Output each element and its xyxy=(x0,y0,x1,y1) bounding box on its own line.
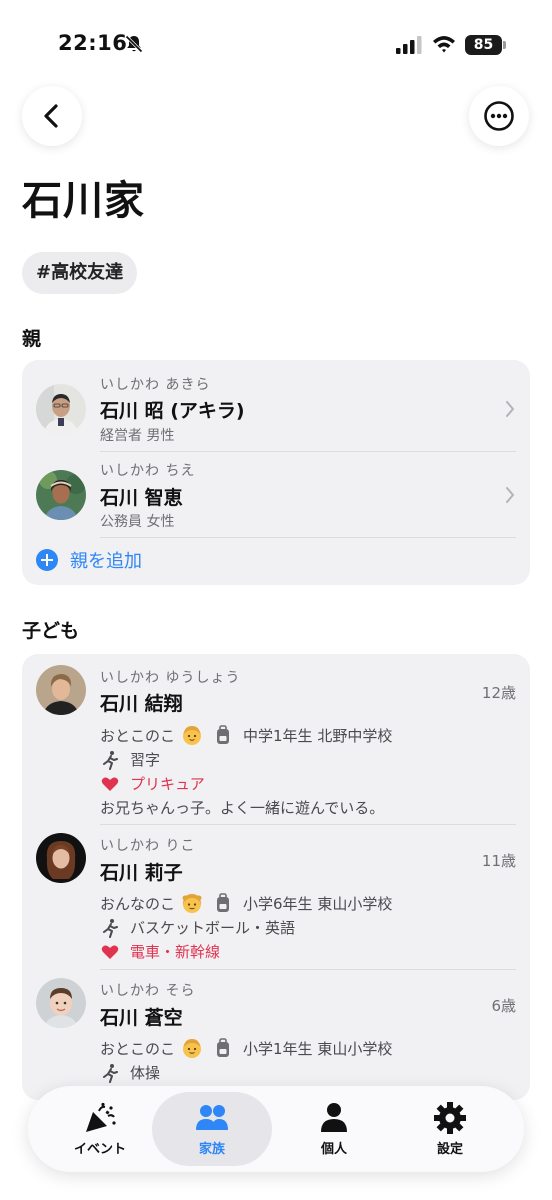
parents-card: いしかわ あきら 石川 昭 (アキラ) 経営者 男性 いしかわ ちえ 石川 智恵… xyxy=(22,360,530,585)
people-icon xyxy=(196,1104,228,1130)
children-card: いしかわ ゆうしょう 石川 結翔 12歳 おとこのこ 中学1年生 北野中学校 習… xyxy=(22,654,530,1100)
more-options-button[interactable] xyxy=(469,86,529,146)
gender-school-line: おんなのこ 小学6年生 東山小学校 xyxy=(100,892,392,914)
tab-settings[interactable]: 設定 xyxy=(390,1092,510,1166)
member-kana: いしかわ ちえ xyxy=(100,463,196,479)
person-icon xyxy=(321,1102,347,1132)
cellular-signal-icon xyxy=(396,36,422,54)
favorite-line: 電車・新幹線 xyxy=(100,941,220,962)
member-meta: 公務員 女性 xyxy=(100,514,175,530)
girl-emoji-icon xyxy=(182,894,202,913)
tag-chip[interactable]: #高校友達 xyxy=(22,252,138,294)
tab-personal[interactable]: 個人 xyxy=(274,1092,394,1166)
running-figure-icon xyxy=(103,750,118,770)
tab-bar: イベント 家族 個人 設定 xyxy=(28,1086,524,1172)
back-button[interactable] xyxy=(22,86,82,146)
hobby-label: 体操 xyxy=(130,1064,161,1082)
status-time: 22:16 xyxy=(58,31,128,55)
parents-section-label: 親 xyxy=(22,328,42,350)
add-parent-label: 親を追加 xyxy=(70,551,142,572)
school-label: 小学6年生 東山小学校 xyxy=(243,894,393,913)
tab-label: 設定 xyxy=(436,1141,463,1157)
gear-icon xyxy=(434,1101,466,1134)
backpack-icon xyxy=(217,1038,230,1057)
battery-tip xyxy=(503,41,506,49)
hobby-line: バスケットボール・英語 xyxy=(100,917,295,938)
tab-events[interactable]: イベント xyxy=(40,1092,160,1166)
backpack-icon xyxy=(217,893,230,912)
children-section-label: 子ども xyxy=(22,620,80,642)
favorite-label: 電車・新幹線 xyxy=(130,943,221,961)
battery-indicator: 85 xyxy=(465,35,507,55)
member-name: 石川 莉子 xyxy=(100,862,183,884)
child-row[interactable]: いしかわ そら 石川 蒼空 6歳 おとこのこ 小学1年生 東山小学校 体操 xyxy=(22,970,530,1100)
plus-circle-icon xyxy=(36,549,58,571)
tab-family[interactable]: 家族 xyxy=(152,1092,272,1166)
hobby-line: 習字 xyxy=(100,749,160,770)
running-figure-icon xyxy=(103,918,118,938)
avatar xyxy=(36,384,86,434)
gender-school-line: おとこのこ 小学1年生 東山小学校 xyxy=(100,1037,392,1059)
member-name: 石川 昭 (アキラ) xyxy=(100,400,245,422)
member-age: 6歳 xyxy=(491,997,516,1015)
child-row[interactable]: いしかわ ゆうしょう 石川 結翔 12歳 おとこのこ 中学1年生 北野中学校 習… xyxy=(22,654,530,825)
member-note: お兄ちゃんっ子。よく一緒に遊んでいる。 xyxy=(100,799,385,817)
hobby-label: 習字 xyxy=(130,751,161,769)
parent-row[interactable]: いしかわ ちえ 石川 智恵 公務員 女性 xyxy=(22,452,530,538)
divider xyxy=(100,537,516,538)
heart-icon xyxy=(101,945,119,959)
tab-label: 個人 xyxy=(320,1141,347,1157)
gender-label: おとこのこ xyxy=(100,1039,176,1058)
heart-icon xyxy=(101,777,119,791)
hobby-label: バスケットボール・英語 xyxy=(130,919,296,937)
boy-emoji-icon xyxy=(183,726,202,745)
avatar xyxy=(36,978,86,1028)
status-bar: 22:16 85 xyxy=(0,0,552,72)
battery-level: 85 xyxy=(465,35,502,55)
boy-emoji-icon xyxy=(183,1039,202,1058)
member-meta: 経営者 男性 xyxy=(100,428,175,444)
member-kana: いしかわ りこ xyxy=(100,838,196,854)
member-kana: いしかわ そら xyxy=(100,983,196,999)
avatar xyxy=(36,665,86,715)
favorite-line: プリキュア xyxy=(100,773,205,794)
ellipsis-circle-icon xyxy=(484,101,514,131)
tab-label: 家族 xyxy=(198,1141,225,1157)
school-label: 中学1年生 北野中学校 xyxy=(243,726,393,745)
wifi-icon xyxy=(433,36,455,53)
avatar xyxy=(36,833,86,883)
parent-row[interactable]: いしかわ あきら 石川 昭 (アキラ) 経営者 男性 xyxy=(22,360,530,452)
gender-label: おとこのこ xyxy=(100,726,176,745)
chevron-left-icon xyxy=(44,104,58,128)
member-name: 石川 蒼空 xyxy=(100,1007,183,1029)
gender-school-line: おとこのこ 中学1年生 北野中学校 xyxy=(100,724,392,746)
favorite-label: プリキュア xyxy=(130,775,205,793)
running-figure-icon xyxy=(103,1063,118,1083)
avatar xyxy=(36,470,86,520)
chevron-right-icon xyxy=(506,401,514,417)
member-age: 12歳 xyxy=(481,684,516,702)
gender-label: おんなのこ xyxy=(100,894,176,913)
child-row[interactable]: いしかわ りこ 石川 莉子 11歳 おんなのこ 小学6年生 東山小学校 バスケッ… xyxy=(22,825,530,970)
tab-label: イベント xyxy=(73,1141,126,1157)
bell-muted-icon xyxy=(125,35,143,53)
add-parent-button[interactable]: 親を追加 xyxy=(36,547,142,573)
hobby-line: 体操 xyxy=(100,1062,160,1083)
member-kana: いしかわ ゆうしょう xyxy=(100,670,241,686)
chevron-right-icon xyxy=(506,487,514,503)
member-name: 石川 結翔 xyxy=(100,693,183,715)
school-label: 小学1年生 東山小学校 xyxy=(243,1039,393,1058)
member-age: 11歳 xyxy=(481,852,516,870)
member-name: 石川 智恵 xyxy=(100,487,183,509)
member-kana: いしかわ あきら xyxy=(100,377,211,393)
backpack-icon xyxy=(217,725,230,744)
party-popper-icon xyxy=(86,1102,116,1132)
page-title: 石川家 xyxy=(22,178,145,224)
